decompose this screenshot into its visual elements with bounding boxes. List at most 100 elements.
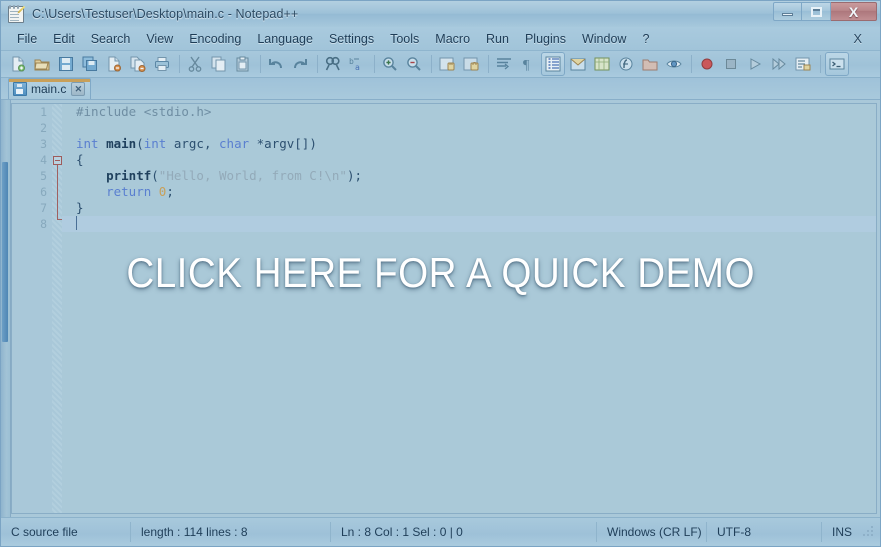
text-caret — [76, 216, 77, 230]
close-document-button[interactable]: X — [847, 29, 868, 48]
toolbar-separator — [179, 55, 180, 73]
document-map-icon[interactable] — [591, 53, 613, 75]
status-length-lines: length : 114 lines : 8 — [131, 521, 331, 542]
tab-main-c[interactable]: main.c ✕ — [8, 78, 92, 99]
menu-encoding[interactable]: Encoding — [181, 29, 249, 49]
status-insert-mode: INS — [832, 524, 853, 539]
tab-label: main.c — [31, 82, 67, 96]
save-macro-icon[interactable] — [792, 53, 814, 75]
saved-file-icon — [13, 82, 27, 96]
menu-macro[interactable]: Macro — [427, 29, 478, 49]
minimize-button[interactable] — [773, 2, 802, 21]
menu-language[interactable]: Language — [249, 29, 321, 49]
editor-gutter: 1 2 3 4 5 6 7 8 — [12, 104, 62, 513]
toolbar: ba ¶ — [1, 51, 880, 78]
menu-window[interactable]: Window — [574, 29, 634, 49]
maximize-button[interactable] — [802, 2, 831, 21]
menu-search[interactable]: Search — [83, 29, 139, 49]
dock-scroll-thumb[interactable] — [2, 162, 8, 342]
save-all-icon[interactable] — [79, 53, 101, 75]
undo-icon[interactable] — [265, 53, 287, 75]
code-token: ( — [151, 168, 159, 183]
folder-as-workspace-icon[interactable] — [639, 53, 661, 75]
code-token: int — [76, 136, 99, 151]
toolbar-separator — [374, 55, 375, 73]
menu-plugins[interactable]: Plugins — [517, 29, 574, 49]
line-number-column: 1 2 3 4 5 6 7 8 — [12, 104, 52, 232]
status-encoding: UTF-8 — [707, 521, 822, 542]
resize-grip[interactable] — [862, 525, 876, 539]
word-wrap-icon[interactable] — [493, 53, 515, 75]
save-icon[interactable] — [55, 53, 77, 75]
svg-text:a: a — [355, 63, 360, 72]
toolbar-separator — [317, 55, 318, 73]
code-token: #include <stdio.h> — [76, 104, 212, 119]
code-token: printf — [106, 168, 152, 183]
cut-icon[interactable] — [184, 53, 206, 75]
code-editor[interactable]: 1 2 3 4 5 6 7 8 #include <stdio.h> int m… — [11, 103, 877, 514]
function-list-icon[interactable] — [615, 53, 637, 75]
window-controls: X — [773, 2, 877, 21]
sync-vertical-scroll-icon[interactable] — [436, 53, 458, 75]
open-file-icon[interactable] — [31, 53, 53, 75]
tab-bar: main.c ✕ — [1, 78, 880, 100]
paste-icon[interactable] — [232, 53, 254, 75]
svg-text:b: b — [349, 57, 354, 66]
new-file-icon[interactable] — [7, 53, 29, 75]
run-icon[interactable] — [825, 52, 849, 76]
copy-icon[interactable] — [208, 53, 230, 75]
menu-file[interactable]: File — [9, 29, 45, 49]
close-button[interactable]: X — [831, 2, 877, 21]
tab-close-icon[interactable]: ✕ — [71, 82, 86, 96]
code-token: ; — [166, 184, 174, 199]
fold-collapse-icon[interactable] — [53, 156, 62, 165]
toolbar-separator — [260, 55, 261, 73]
maximize-icon — [810, 6, 822, 17]
replace-icon[interactable]: ba — [346, 53, 368, 75]
menu-view[interactable]: View — [138, 29, 181, 49]
toolbar-separator — [820, 55, 821, 73]
redo-icon[interactable] — [289, 53, 311, 75]
sync-horizontal-scroll-icon[interactable] — [460, 53, 482, 75]
toolbar-separator — [488, 55, 489, 73]
menu-tools[interactable]: Tools — [382, 29, 427, 49]
menu-run[interactable]: Run — [478, 29, 517, 49]
toolbar-separator — [691, 55, 692, 73]
monitor-icon[interactable] — [663, 53, 685, 75]
play-macro-icon[interactable] — [744, 53, 766, 75]
code-line: return 0; — [62, 184, 876, 200]
code-token: *argv[]) — [249, 136, 317, 151]
close-all-icon[interactable] — [127, 53, 149, 75]
print-icon[interactable] — [151, 53, 173, 75]
run-macro-multiple-icon[interactable] — [768, 53, 790, 75]
code-token: argc, — [166, 136, 220, 151]
show-pilcrow-icon[interactable]: ¶ — [517, 53, 539, 75]
zoom-in-icon[interactable] — [379, 53, 401, 75]
menu-settings[interactable]: Settings — [321, 29, 382, 49]
code-line: } — [62, 200, 876, 216]
close-file-icon[interactable] — [103, 53, 125, 75]
notepad-plus-plus-icon — [7, 5, 25, 23]
indent-guide-icon[interactable] — [541, 52, 565, 76]
status-eol-format: Windows (CR LF) — [597, 521, 707, 542]
code-text[interactable]: #include <stdio.h> int main(int argc, ch… — [62, 104, 876, 513]
line-number: 1 — [40, 105, 47, 119]
code-token: ( — [136, 136, 144, 151]
notepadpp-window: C:\Users\Testuser\Desktop\main.c - Notep… — [0, 0, 881, 547]
user-defined-language-icon[interactable] — [567, 53, 589, 75]
editor-area: 1 2 3 4 5 6 7 8 #include <stdio.h> int m… — [1, 100, 880, 517]
line-number: 6 — [40, 185, 47, 199]
find-icon[interactable] — [322, 53, 344, 75]
menu-edit[interactable]: Edit — [45, 29, 83, 49]
svg-text:¶: ¶ — [523, 58, 530, 72]
menu-help[interactable]: ? — [634, 29, 657, 49]
status-caret-position: Ln : 8 Col : 1 Sel : 0 | 0 — [331, 521, 597, 542]
code-token: main — [106, 136, 137, 151]
record-macro-icon[interactable] — [696, 53, 718, 75]
stop-recording-icon[interactable] — [720, 53, 742, 75]
line-number: 5 — [40, 169, 47, 183]
zoom-out-icon[interactable] — [403, 53, 425, 75]
